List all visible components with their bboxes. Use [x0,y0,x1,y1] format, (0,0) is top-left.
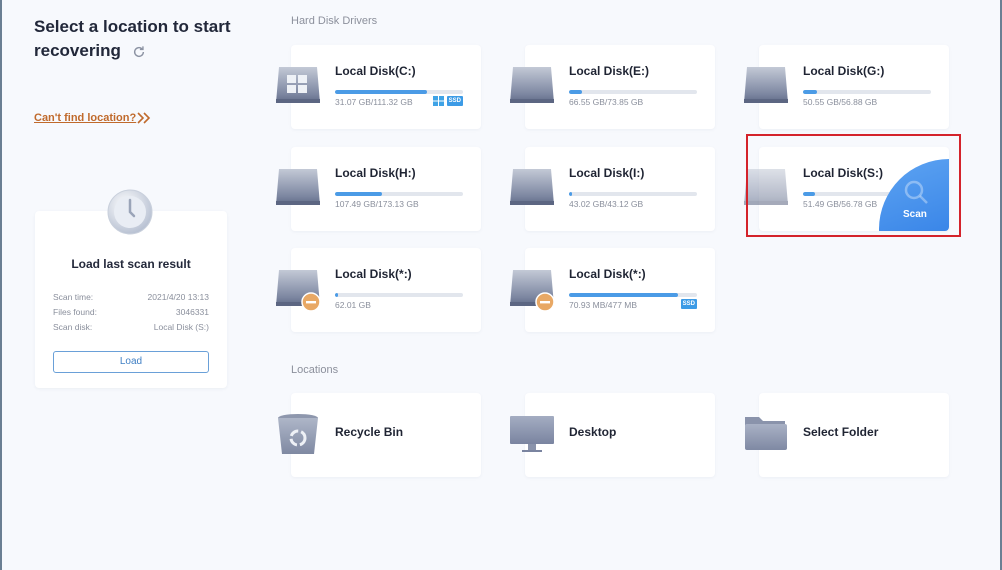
locations-section-label: Locations [291,364,339,376]
disk-name: Local Disk(*:) [569,267,646,281]
disk-size: 50.55 GB/56.88 GB [803,97,878,107]
scan-disk-label: Scan disk: [53,322,93,332]
disk-card[interactable]: Local Disk(S:) 51.49 GB/56.78 GB Scan [744,147,949,231]
disk-size: 107.49 GB/173.13 GB [335,199,419,209]
disk-size: 70.93 MB/477 MB [569,300,638,310]
cant-find-location-link[interactable]: Can't find location? [34,112,136,124]
disk-usage-bar [569,293,697,297]
page-title: Select a location to start recovering [34,15,234,63]
files-found-value: 3046331 [175,307,209,317]
disk-usage-fill [335,192,383,196]
disk-usage-bar [335,90,463,94]
disk-card[interactable]: Local Disk(*:) 62.01 GB [276,248,481,332]
disk-size: 43.02 GB/43.12 GB [569,199,644,209]
disk-usage-fill [335,293,338,297]
files-found-label: Files found: [53,307,97,317]
disk-usage-fill [569,293,678,297]
load-button[interactable]: Load [53,351,209,373]
desktop-icon [510,416,554,452]
disk-name: Local Disk(C:) [335,64,416,78]
disk-usage-fill [803,90,818,94]
search-icon [904,180,928,204]
disk-card[interactable]: Local Disk(I:) 43.02 GB/43.12 GB [510,147,715,231]
disk-name: Local Disk(I:) [569,166,645,180]
disk-usage-fill [803,192,815,196]
drive-icon [744,67,788,103]
disk-name: Local Disk(H:) [335,166,416,180]
location-name: Recycle Bin [335,425,404,439]
scan-disk-value: Local Disk (S:) [153,322,209,332]
location-name: Select Folder [803,425,879,439]
scan-time-value: 2021/4/20 13:13 [147,292,209,302]
windows-drive-icon [276,67,320,103]
location-recycle-bin[interactable]: Recycle Bin [278,393,481,477]
scan-label: Scan [903,209,927,220]
recycle-bin-icon [278,414,318,454]
refresh-icon[interactable] [132,45,146,59]
location-select-folder[interactable]: Select Folder [745,393,949,477]
last-scan-title: Load last scan result [71,257,191,271]
drive-icon [510,67,554,103]
files-found-row: Files found: 3046331 [53,307,209,317]
clock-icon [107,189,153,235]
ssd-badge: SSD [446,96,463,106]
disk-usage-fill [569,90,582,94]
disk-card[interactable]: Local Disk(E:) 66.55 GB/73.85 GB [510,45,715,129]
double-chevron-right-icon[interactable] [136,110,152,126]
window-border-left [0,0,2,570]
disk-badges: SSD [680,299,697,309]
scan-time-row: Scan time: 2021/4/20 13:13 [53,292,209,302]
disk-name: Local Disk(E:) [569,64,650,78]
windows-badge-icon [432,96,444,106]
drive-icon [510,169,554,205]
location-desktop[interactable]: Desktop [510,393,715,477]
scan-time-label: Scan time: [53,292,94,302]
folder-icon [745,417,787,450]
disk-card[interactable]: Local Disk(G:) 50.55 GB/56.88 GB [744,45,949,129]
disk-badges: SSD [432,96,463,106]
disk-card[interactable]: Local Disk(*:) 70.93 MB/477 MB SSD [510,248,715,332]
disk-size: 62.01 GB [335,300,371,310]
disk-usage-fill [335,90,428,94]
disk-name: Local Disk(S:) [803,166,884,180]
disk-usage-bar [569,192,697,196]
disk-name: Local Disk(*:) [335,267,412,281]
scan-disk-row: Scan disk: Local Disk (S:) [53,322,209,332]
drive-icon [276,169,320,205]
disk-card[interactable]: Local Disk(H:) 107.49 GB/173.13 GB [276,147,481,231]
unmounted-drive-icon [276,270,321,312]
disk-usage-bar [803,90,931,94]
disk-card[interactable]: Local Disk(C:) 31.07 GB/111.32 GB SSD [276,45,481,129]
hard-disk-section-label: Hard Disk Drivers [291,15,378,27]
disk-usage-bar [335,192,463,196]
disk-name: Local Disk(G:) [803,64,885,78]
unmounted-drive-icon [510,270,555,312]
disk-size: 66.55 GB/73.85 GB [569,97,644,107]
disk-size: 51.49 GB/56.78 GB [803,199,878,209]
disk-usage-bar [335,293,463,297]
disk-usage-bar [569,90,697,94]
scan-button[interactable]: Scan [879,159,949,231]
disk-size: 31.07 GB/111.32 GB [335,97,413,107]
ssd-badge: SSD [680,299,697,309]
last-scan-panel: Load last scan result Scan time: 2021/4/… [35,211,227,388]
location-name: Desktop [569,425,617,439]
disk-usage-fill [569,192,572,196]
drive-icon [744,169,788,205]
